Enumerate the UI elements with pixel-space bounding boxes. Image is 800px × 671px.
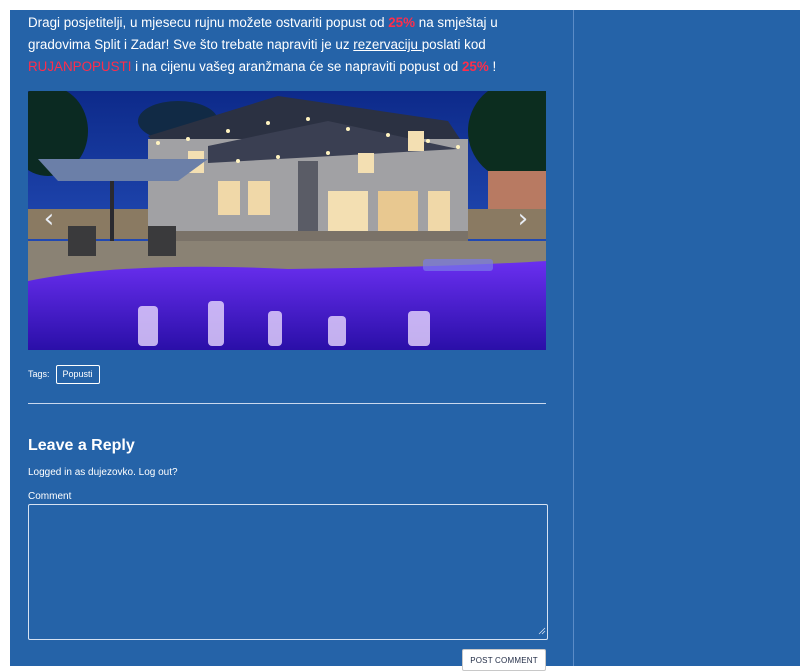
post-comment-button[interactable]: POST COMMENT (462, 649, 546, 671)
comment-textarea[interactable] (28, 504, 548, 640)
logout-link[interactable]: Log out? (139, 467, 178, 478)
sidebar-column (574, 10, 800, 666)
discount-highlight-2: 25% (461, 59, 489, 74)
post-intro-text: Dragi posjetitelji, u mjesecu rujnu može… (28, 12, 548, 78)
logged-in-status: Logged in as dujezovko. Log out? (28, 466, 178, 480)
intro-text-4: i na cijenu vašeg aranžmana će se naprav… (131, 59, 462, 74)
promo-code: RUJANPOPUSTI (28, 59, 132, 74)
leave-reply-heading: Leave a Reply (28, 437, 135, 454)
resize-grip-icon[interactable] (538, 627, 546, 635)
tags-label: Tags: (28, 369, 50, 379)
comment-label: Comment (28, 491, 72, 502)
chevron-left-icon[interactable]: ‹ (36, 206, 62, 232)
intro-text-1: Dragi posjetitelji, u mjesecu rujnu može… (28, 15, 389, 30)
section-divider (28, 403, 546, 404)
intro-text-3: poslati kod (421, 37, 486, 52)
tag-popusti[interactable]: Popusti (55, 364, 100, 384)
logged-in-text: Logged in as dujezovko. (28, 467, 136, 478)
intro-text-5: ! (488, 59, 497, 74)
reservation-link[interactable]: rezervaciju (353, 37, 421, 52)
image-slider[interactable]: ‹ › (28, 91, 546, 350)
post-tags: Tags: Popusti (28, 364, 100, 384)
villa-pool-night-photo (28, 91, 546, 350)
chevron-right-icon[interactable]: › (510, 206, 536, 232)
discount-highlight-1: 25% (388, 15, 416, 30)
